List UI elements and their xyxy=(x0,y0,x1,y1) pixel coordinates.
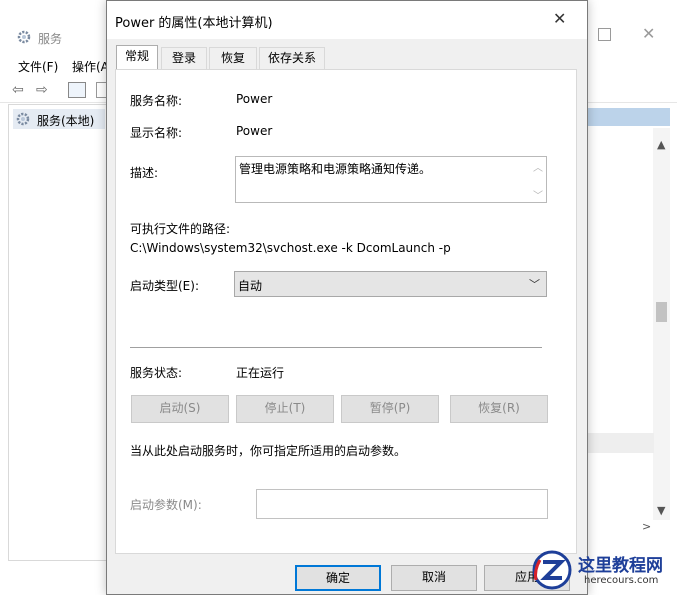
horizontal-scrollbar[interactable]: > xyxy=(576,520,670,535)
watermark: 这里教程网 herecours.com xyxy=(530,548,677,593)
watermark-title: 这里教程网 xyxy=(578,556,663,576)
maximize-icon[interactable] xyxy=(598,28,611,41)
watermark-logo-icon xyxy=(532,550,572,590)
pause-button[interactable]: 暂停(P) xyxy=(341,395,439,423)
tab-recovery[interactable]: 恢复 xyxy=(209,47,257,69)
cancel-button[interactable]: 取消 xyxy=(391,565,477,591)
startup-type-select[interactable]: 自动 ﹀ xyxy=(234,271,547,297)
dialog-title: Power 的属性(本地计算机) xyxy=(115,16,273,31)
console-tree: 服务(本地) xyxy=(8,104,108,561)
forward-arrow-icon[interactable]: ⇨ xyxy=(36,82,48,98)
service-name-value: Power xyxy=(236,92,273,106)
tree-item-services-local[interactable]: 服务(本地) xyxy=(13,109,105,129)
menu-action[interactable]: 操作(A xyxy=(72,58,109,75)
back-arrow-icon[interactable]: ⇦ xyxy=(12,82,24,98)
param-input[interactable] xyxy=(256,489,548,519)
services-gear-icon xyxy=(17,30,31,44)
general-panel: 服务名称: Power 显示名称: Power 描述: 管理电源策略和电源策略通… xyxy=(115,69,577,554)
chevron-down-icon: ﹀ xyxy=(529,278,540,291)
divider xyxy=(130,347,542,348)
param-label: 启动参数(M): xyxy=(130,498,202,512)
console-tree-icon[interactable] xyxy=(68,82,86,98)
close-icon[interactable]: ✕ xyxy=(553,9,566,28)
display-name-value: Power xyxy=(236,124,273,138)
start-button[interactable]: 启动(S) xyxy=(131,395,229,423)
description-box[interactable]: 管理电源策略和电源策略通知传递。 ︿ ﹀ xyxy=(235,156,547,203)
scroll-up-icon[interactable]: ▲ xyxy=(657,138,665,151)
tab-dependencies[interactable]: 依存关系 xyxy=(259,47,325,69)
startup-type-label: 启动类型(E): xyxy=(130,279,199,293)
vertical-scrollbar[interactable]: ▲ ▼ xyxy=(653,128,670,520)
scroll-up-icon[interactable]: ︿ xyxy=(533,159,543,174)
tab-logon[interactable]: 登录 xyxy=(161,47,207,69)
stop-button[interactable]: 停止(T) xyxy=(236,395,334,423)
scroll-thumb[interactable] xyxy=(656,302,667,322)
hint-text: 当从此处启动服务时，你可指定所适用的启动参数。 xyxy=(130,444,407,458)
dialog-titlebar: Power 的属性(本地计算机) ✕ xyxy=(107,1,587,39)
scroll-down-icon[interactable]: ﹀ xyxy=(533,187,543,202)
path-value: C:\Windows\system32\svchost.exe -k DcomL… xyxy=(130,241,451,255)
display-name-label: 显示名称: xyxy=(130,126,183,140)
service-name-label: 服务名称: xyxy=(130,94,183,108)
resume-button[interactable]: 恢复(R) xyxy=(450,395,548,423)
list-header xyxy=(576,108,670,126)
description-text: 管理电源策略和电源策略通知传递。 xyxy=(239,162,432,176)
status-label: 服务状态: xyxy=(130,366,183,380)
description-label: 描述: xyxy=(130,166,159,180)
properties-dialog: Power 的属性(本地计算机) ✕ 常规 登录 恢复 依存关系 服务名称: P… xyxy=(106,0,588,595)
scroll-right-icon[interactable]: > xyxy=(642,520,651,533)
status-value: 正在运行 xyxy=(236,366,285,380)
tree-item-label: 服务(本地) xyxy=(37,114,95,128)
services-gear-icon xyxy=(16,112,30,126)
scroll-down-icon[interactable]: ▼ xyxy=(657,504,665,517)
close-icon[interactable]: ✕ xyxy=(642,24,655,43)
services-title: 服务 xyxy=(38,32,63,46)
path-label: 可执行文件的路径: xyxy=(130,222,231,236)
ok-button[interactable]: 确定 xyxy=(295,565,381,591)
menu-file[interactable]: 文件(F) xyxy=(18,58,58,75)
watermark-url: herecours.com xyxy=(584,575,659,586)
startup-type-value: 自动 xyxy=(238,279,263,293)
tab-general[interactable]: 常规 xyxy=(116,45,158,69)
